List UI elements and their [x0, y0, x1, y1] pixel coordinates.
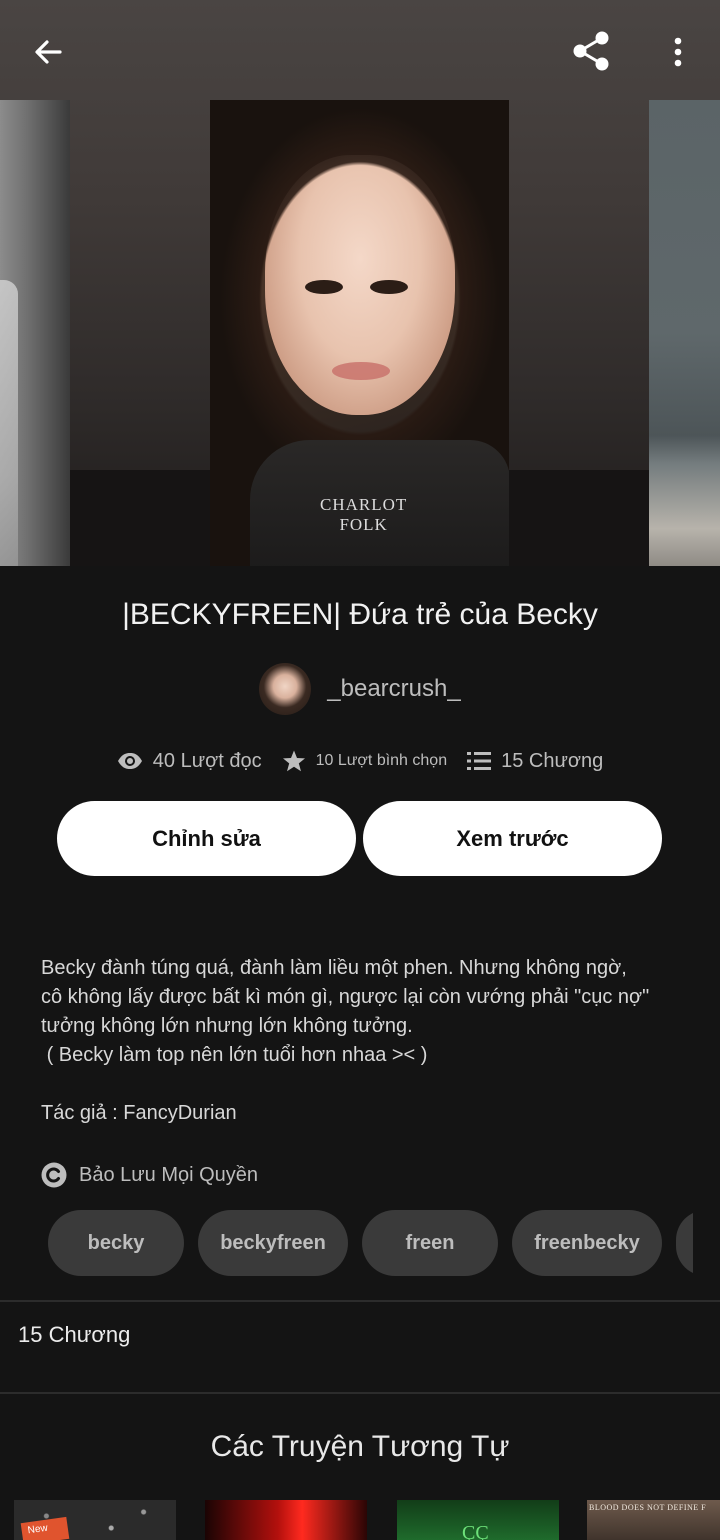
tag-list: becky beckyfreen freen freenbecky	[48, 1210, 693, 1276]
parts-stat: 15 Chương	[467, 750, 603, 773]
tag-chip[interactable]: beckyfreen	[198, 1210, 348, 1276]
similar-stories-heading: Các Truyện Tương Tự	[210, 1430, 510, 1463]
arrow-left-icon	[35, 40, 62, 64]
parts-count: 15 Chương	[501, 749, 604, 772]
cover-shirt-line1: CHARLOT	[320, 495, 408, 514]
similar-story-cover[interactable]	[205, 1500, 367, 1540]
more-options-button[interactable]	[660, 28, 696, 76]
thumb-title-text: BLOOD DOES NOT DEFINE F	[589, 1503, 707, 1512]
eye-icon	[117, 752, 143, 770]
story-description: Becky đành túng quá, đành làm liều một p…	[41, 957, 650, 1124]
more-vertical-icon	[674, 37, 682, 67]
star-icon	[282, 749, 306, 773]
cover-shirt-text: CHARLOT FOLK	[320, 495, 407, 535]
thumb-title-text: ÇÇ	[462, 1522, 489, 1540]
author-row[interactable]: _bearcrush_	[0, 662, 720, 716]
copyright-icon	[41, 1162, 67, 1188]
similar-stories-list: New ÇÇ BLOOD DOES NOT DEFINE F	[0, 1500, 720, 1540]
preview-button[interactable]: Xem trước	[363, 801, 662, 876]
reads-count: 40 Lượt đọc	[152, 749, 262, 772]
cover-eye-right	[370, 280, 408, 294]
tag-chip[interactable]: freen	[362, 1210, 498, 1276]
list-icon	[467, 751, 492, 771]
similar-story-cover[interactable]: BLOOD DOES NOT DEFINE F	[587, 1500, 720, 1540]
votes-stat: 10 Lượt bình chọn	[282, 749, 448, 773]
section-divider	[0, 1300, 720, 1302]
cover-shirt-line2: FOLK	[339, 515, 388, 534]
copyright-row: Bảo Lưu Mọi Quyền	[41, 1160, 258, 1190]
tag-chip[interactable]: becky	[48, 1210, 184, 1276]
share-icon	[573, 31, 609, 71]
new-badge: New	[20, 1516, 70, 1540]
copyright-label: Bảo Lưu Mọi Quyền	[79, 1163, 259, 1186]
story-cover[interactable]: CHARLOT FOLK	[210, 100, 509, 566]
back-button[interactable]	[24, 28, 72, 76]
tag-chip-partial[interactable]	[676, 1210, 693, 1276]
edit-button[interactable]: Chỉnh sửa	[57, 801, 356, 876]
similar-story-cover[interactable]: New	[14, 1500, 176, 1540]
section-divider	[0, 1392, 720, 1394]
cover-eye-left	[305, 280, 343, 294]
next-cover[interactable]	[649, 100, 720, 566]
story-stats: 40 Lượt đọc 10 Lượt bình chọn 15 Chương	[0, 744, 720, 778]
top-bar	[0, 0, 720, 100]
share-button[interactable]	[566, 26, 616, 76]
avatar[interactable]	[259, 663, 312, 715]
previous-cover[interactable]	[0, 100, 70, 566]
story-title: |BECKYFREEN| Đứa trẻ của Becky	[122, 598, 598, 631]
reads-stat: 40 Lượt đọc	[117, 750, 262, 773]
similar-story-cover[interactable]: ÇÇ	[397, 1500, 559, 1540]
votes-count: 10 Lượt bình chọn	[315, 752, 448, 769]
tag-chip[interactable]: freenbecky	[512, 1210, 662, 1276]
parts-heading[interactable]: 15 Chương	[18, 1322, 130, 1348]
author-name[interactable]: _bearcrush_	[327, 675, 460, 703]
cover-lips	[332, 362, 390, 380]
